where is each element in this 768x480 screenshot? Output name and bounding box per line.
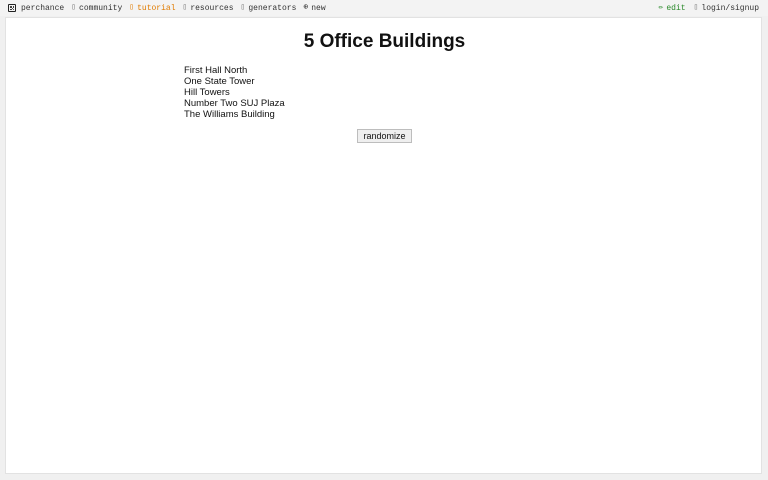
page-title: 5 Office Buildings: [303, 31, 466, 52]
nav-item-tutorial-label: tutorial: [137, 3, 176, 13]
nav-item-resources[interactable]: ▯ resources: [183, 4, 234, 13]
generator-output-panel: 5 Office Buildings First Hall North One …: [5, 17, 762, 474]
nav-item-new[interactable]: ⊕ new: [303, 4, 325, 13]
nav-item-community-label: community: [79, 3, 123, 13]
list-item: Number Two SUJ Plaza: [184, 98, 285, 109]
generated-list: First Hall North One State Tower Hill To…: [184, 65, 285, 120]
dice-icon: [8, 4, 16, 12]
nav-brand-perchance[interactable]: perchance: [8, 4, 64, 13]
nav-item-community[interactable]: ▯ community: [71, 4, 122, 13]
nav-item-generators[interactable]: ▯ generators: [241, 4, 297, 13]
login-signup-label: login/signup: [701, 3, 759, 13]
list-item: First Hall North: [184, 65, 248, 76]
list-item: One State Tower: [184, 76, 255, 87]
list-item: The Williams Building: [184, 109, 275, 120]
nav-item-tutorial[interactable]: ▯ tutorial: [129, 4, 175, 13]
edit-label: edit: [666, 3, 686, 13]
pencil-icon: ✏: [658, 3, 664, 12]
login-signup-link[interactable]: ▯ login/signup: [694, 4, 759, 13]
nav-item-new-label: new: [311, 3, 326, 13]
list-icon: ▯: [240, 3, 246, 12]
list-item: Hill Towers: [184, 87, 230, 98]
chat-icon: ▯: [71, 3, 77, 12]
user-icon: ▯: [693, 3, 699, 12]
nav-item-generators-label: generators: [248, 3, 297, 13]
book-icon: ▯: [129, 3, 135, 12]
nav-item-resources-label: resources: [190, 3, 234, 13]
box-icon: ▯: [182, 3, 188, 12]
nav-left-group: perchance ▯ community ▯ tutorial ▯ resou…: [8, 2, 333, 14]
nav-right-group: ✏ edit ▯ login/signup: [651, 2, 759, 14]
plus-circle-icon: ⊕: [303, 3, 309, 12]
top-nav-bar: perchance ▯ community ▯ tutorial ▯ resou…: [0, 0, 768, 16]
edit-button[interactable]: ✏ edit: [659, 4, 686, 13]
randomize-button[interactable]: randomize: [357, 129, 412, 143]
nav-brand-label: perchance: [21, 3, 65, 13]
